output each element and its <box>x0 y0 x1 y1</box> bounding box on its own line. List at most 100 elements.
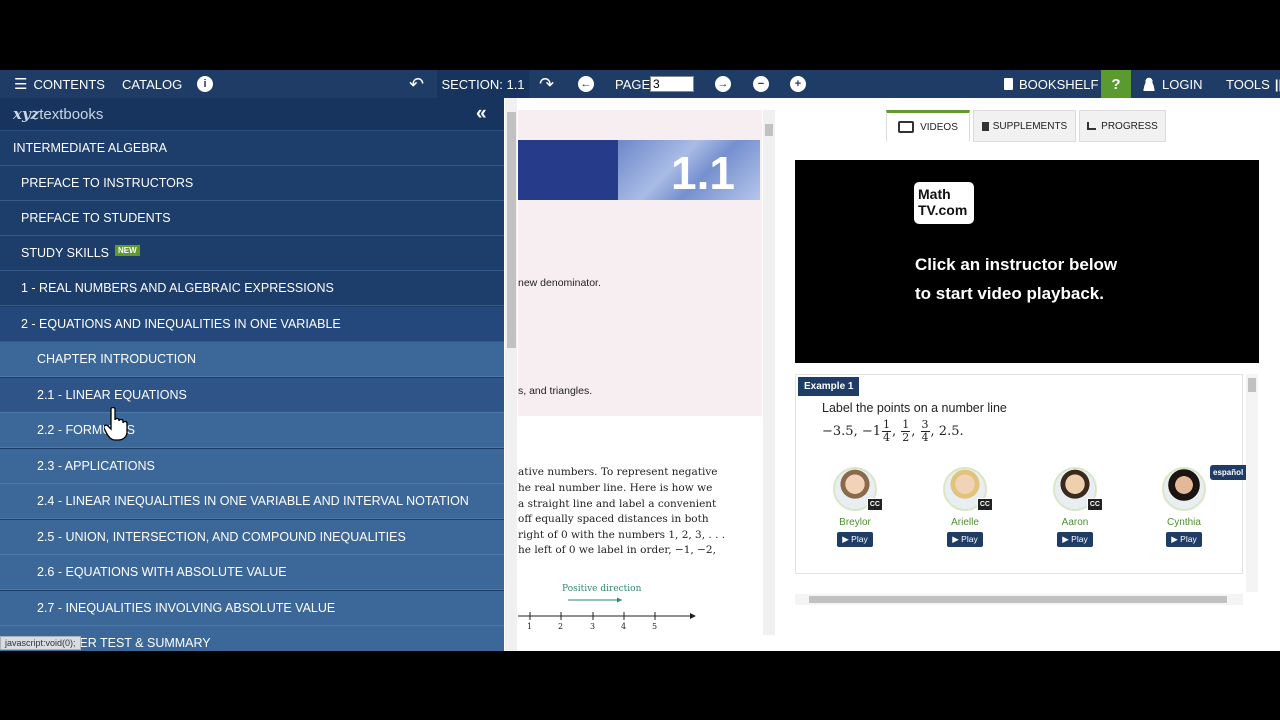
instructor-name: Breylor <box>839 517 871 528</box>
app-stage: ☰ CONTENTS CATALOG i ↶ SECTION: 1.1 ↷ ← … <box>0 0 1280 720</box>
closed-caption-icon: CC <box>866 498 883 511</box>
examples-scroll-thumb[interactable] <box>1248 378 1256 392</box>
tab-label: VIDEOS <box>920 121 958 133</box>
tools-button[interactable]: TOOLS ||| <box>1226 70 1280 98</box>
tick-label: 2 <box>558 622 564 631</box>
next-page-button[interactable]: → <box>715 70 731 98</box>
sidebar-item-2-2[interactable]: 2.2 - FORMULAS <box>0 413 504 448</box>
book-page: 1.1 new denominator. s, and triangles. a… <box>518 110 762 651</box>
undo-icon[interactable]: ↶ <box>409 70 424 98</box>
examples-horizontal-scrollbar[interactable] <box>795 594 1243 605</box>
denominator: 4 <box>883 431 890 444</box>
section-number: 1.1 <box>671 147 735 199</box>
play-button[interactable]: ▶ Play <box>1166 532 1202 547</box>
sidebar-item-chapter-2[interactable]: 2 - EQUATIONS AND INEQUALITIES IN ONE VA… <box>0 307 504 342</box>
body-text-line: ative numbers. To represent negative <box>518 466 718 478</box>
sidebar-item-2-6[interactable]: 2.6 - EQUATIONS WITH ABSOLUTE VALUE <box>0 555 504 590</box>
tick-label: 5 <box>652 622 658 631</box>
sidebar-item-preface-instructors[interactable]: PREFACE TO INSTRUCTORS <box>0 166 504 201</box>
fraction: 12 <box>901 419 911 444</box>
sidebar-item-2-3[interactable]: 2.3 - APPLICATIONS <box>0 449 504 484</box>
fraction: 14 <box>882 419 891 444</box>
book-icon <box>1004 78 1013 90</box>
sidebar-item-2-1[interactable]: 2.1 - LINEAR EQUATIONS <box>0 378 504 413</box>
sidebar-item-chapter-1[interactable]: 1 - REAL NUMBERS AND ALGEBRAIC EXPRESSIO… <box>0 271 504 306</box>
hand-cursor-icon <box>104 407 128 441</box>
contents-sidebar: xyztextbooks « INTERMEDIATE ALGEBRA PREF… <box>0 98 504 651</box>
xyz-textbooks-logo: xyztextbooks <box>13 105 103 123</box>
horizontal-scroll-thumb[interactable] <box>809 596 1227 603</box>
contents-label: CONTENTS <box>33 76 105 92</box>
contents-button[interactable]: ☰ CONTENTS <box>14 70 105 98</box>
tab-label: SUPPLEMENTS <box>992 120 1068 132</box>
media-panel: VIDEOS SUPPLEMENTS PROGRESS Math TV.com C… <box>776 98 1280 651</box>
comma: , <box>892 424 901 439</box>
body-text-line: a straight line and label a convenient <box>518 498 717 510</box>
instructor-name: Cynthia <box>1167 517 1201 528</box>
page-scroll-thumb[interactable] <box>765 124 773 136</box>
number-line-figure <box>518 597 696 620</box>
collapse-sidebar-icon[interactable]: « <box>476 103 487 125</box>
tab-label: PROGRESS <box>1101 120 1158 132</box>
tab-videos[interactable]: VIDEOS <box>886 110 970 142</box>
tick-label: 4 <box>621 622 627 631</box>
instructor-aaron[interactable]: CC Aaron ▶ Play <box>1040 467 1110 547</box>
redo-icon[interactable]: ↷ <box>539 70 554 98</box>
book-scroll-thumb[interactable] <box>507 112 516 348</box>
section-banner <box>518 140 618 200</box>
page-scrollbar[interactable] <box>763 110 775 635</box>
previous-page-button[interactable]: ← <box>578 70 594 98</box>
grid-icon: ||| <box>1274 76 1280 92</box>
sidebar-item-2-7[interactable]: 2.7 - INEQUALITIES INVOLVING ABSOLUTE VA… <box>0 591 504 626</box>
book-viewer: 1.1 new denominator. s, and triangles. a… <box>504 98 776 651</box>
body-text-line: he left of 0 we label in order, −1, −2, <box>518 544 716 556</box>
examples-scrollbar[interactable] <box>1246 374 1258 592</box>
instructor-name: Aaron <box>1061 517 1089 528</box>
tab-progress[interactable]: PROGRESS <box>1079 110 1166 142</box>
sidebar-item-2-5[interactable]: 2.5 - UNION, INTERSECTION, AND COMPOUND … <box>0 520 504 555</box>
tick-label: 1 <box>527 622 533 631</box>
section-indicator[interactable]: SECTION: 1.1 <box>437 70 529 98</box>
arrow-right-icon: → <box>715 76 731 92</box>
positive-direction-label: Positive direction <box>562 584 642 594</box>
catalog-button[interactable]: CATALOG <box>122 70 182 98</box>
math-suffix: , 2.5. <box>930 424 964 439</box>
book-scrollbar[interactable] <box>505 98 517 651</box>
page-field-wrap <box>650 70 694 98</box>
logo-textbooks: textbooks <box>39 106 104 123</box>
sidebar-item-intermediate-algebra[interactable]: INTERMEDIATE ALGEBRA <box>0 131 504 166</box>
example-prompt: Label the points on a number line <box>822 401 1007 415</box>
sidebar-item-preface-students[interactable]: PREFACE TO STUDENTS <box>0 201 504 236</box>
zoom-in-button[interactable]: + <box>790 70 806 98</box>
tick-label: 3 <box>590 622 596 631</box>
fraction: 34 <box>920 419 930 444</box>
login-button[interactable]: LOGIN <box>1142 70 1202 98</box>
sidebar-item-label: STUDY SKILLS <box>21 246 110 260</box>
avatar: CC <box>833 467 883 511</box>
logo-xyz: xyz <box>13 105 40 123</box>
instructor-arielle[interactable]: CC Arielle ▶ Play <box>930 467 1000 547</box>
video-player[interactable]: Math TV.com Click an instructor below to … <box>795 160 1259 363</box>
instructor-breylor[interactable]: CC Breylor ▶ Play <box>820 467 890 547</box>
sidebar-item-2-4[interactable]: 2.4 - LINEAR INEQUALITIES IN ONE VARIABL… <box>0 484 504 519</box>
denominator: 4 <box>921 431 929 444</box>
play-button[interactable]: ▶ Play <box>1057 532 1093 547</box>
play-button[interactable]: ▶ Play <box>947 532 983 547</box>
page-number-input[interactable] <box>650 76 694 92</box>
objective-line: new denominator. <box>518 277 601 289</box>
instructor-cynthia[interactable]: Cynthia ▶ Play <box>1149 467 1219 547</box>
menu-icon: ☰ <box>14 76 28 93</box>
bar-chart-icon <box>1087 122 1097 130</box>
info-button[interactable]: i <box>197 70 213 98</box>
play-button[interactable]: ▶ Play <box>837 532 873 547</box>
user-icon <box>1142 77 1156 91</box>
zoom-out-button[interactable]: − <box>753 70 769 98</box>
tab-supplements[interactable]: SUPPLEMENTS <box>973 110 1076 142</box>
sidebar-item-study-skills[interactable]: STUDY SKILLS NEW <box>0 236 504 271</box>
page-label: PAGE <box>615 76 651 92</box>
document-icon <box>981 121 989 131</box>
top-toolbar: ☰ CONTENTS CATALOG i ↶ SECTION: 1.1 ↷ ← … <box>0 70 1280 98</box>
help-button[interactable]: ? <box>1101 70 1131 98</box>
sidebar-item-chapter-intro[interactable]: CHAPTER INTRODUCTION <box>0 342 504 377</box>
bookshelf-button[interactable]: BOOKSHELF <box>1004 70 1098 98</box>
